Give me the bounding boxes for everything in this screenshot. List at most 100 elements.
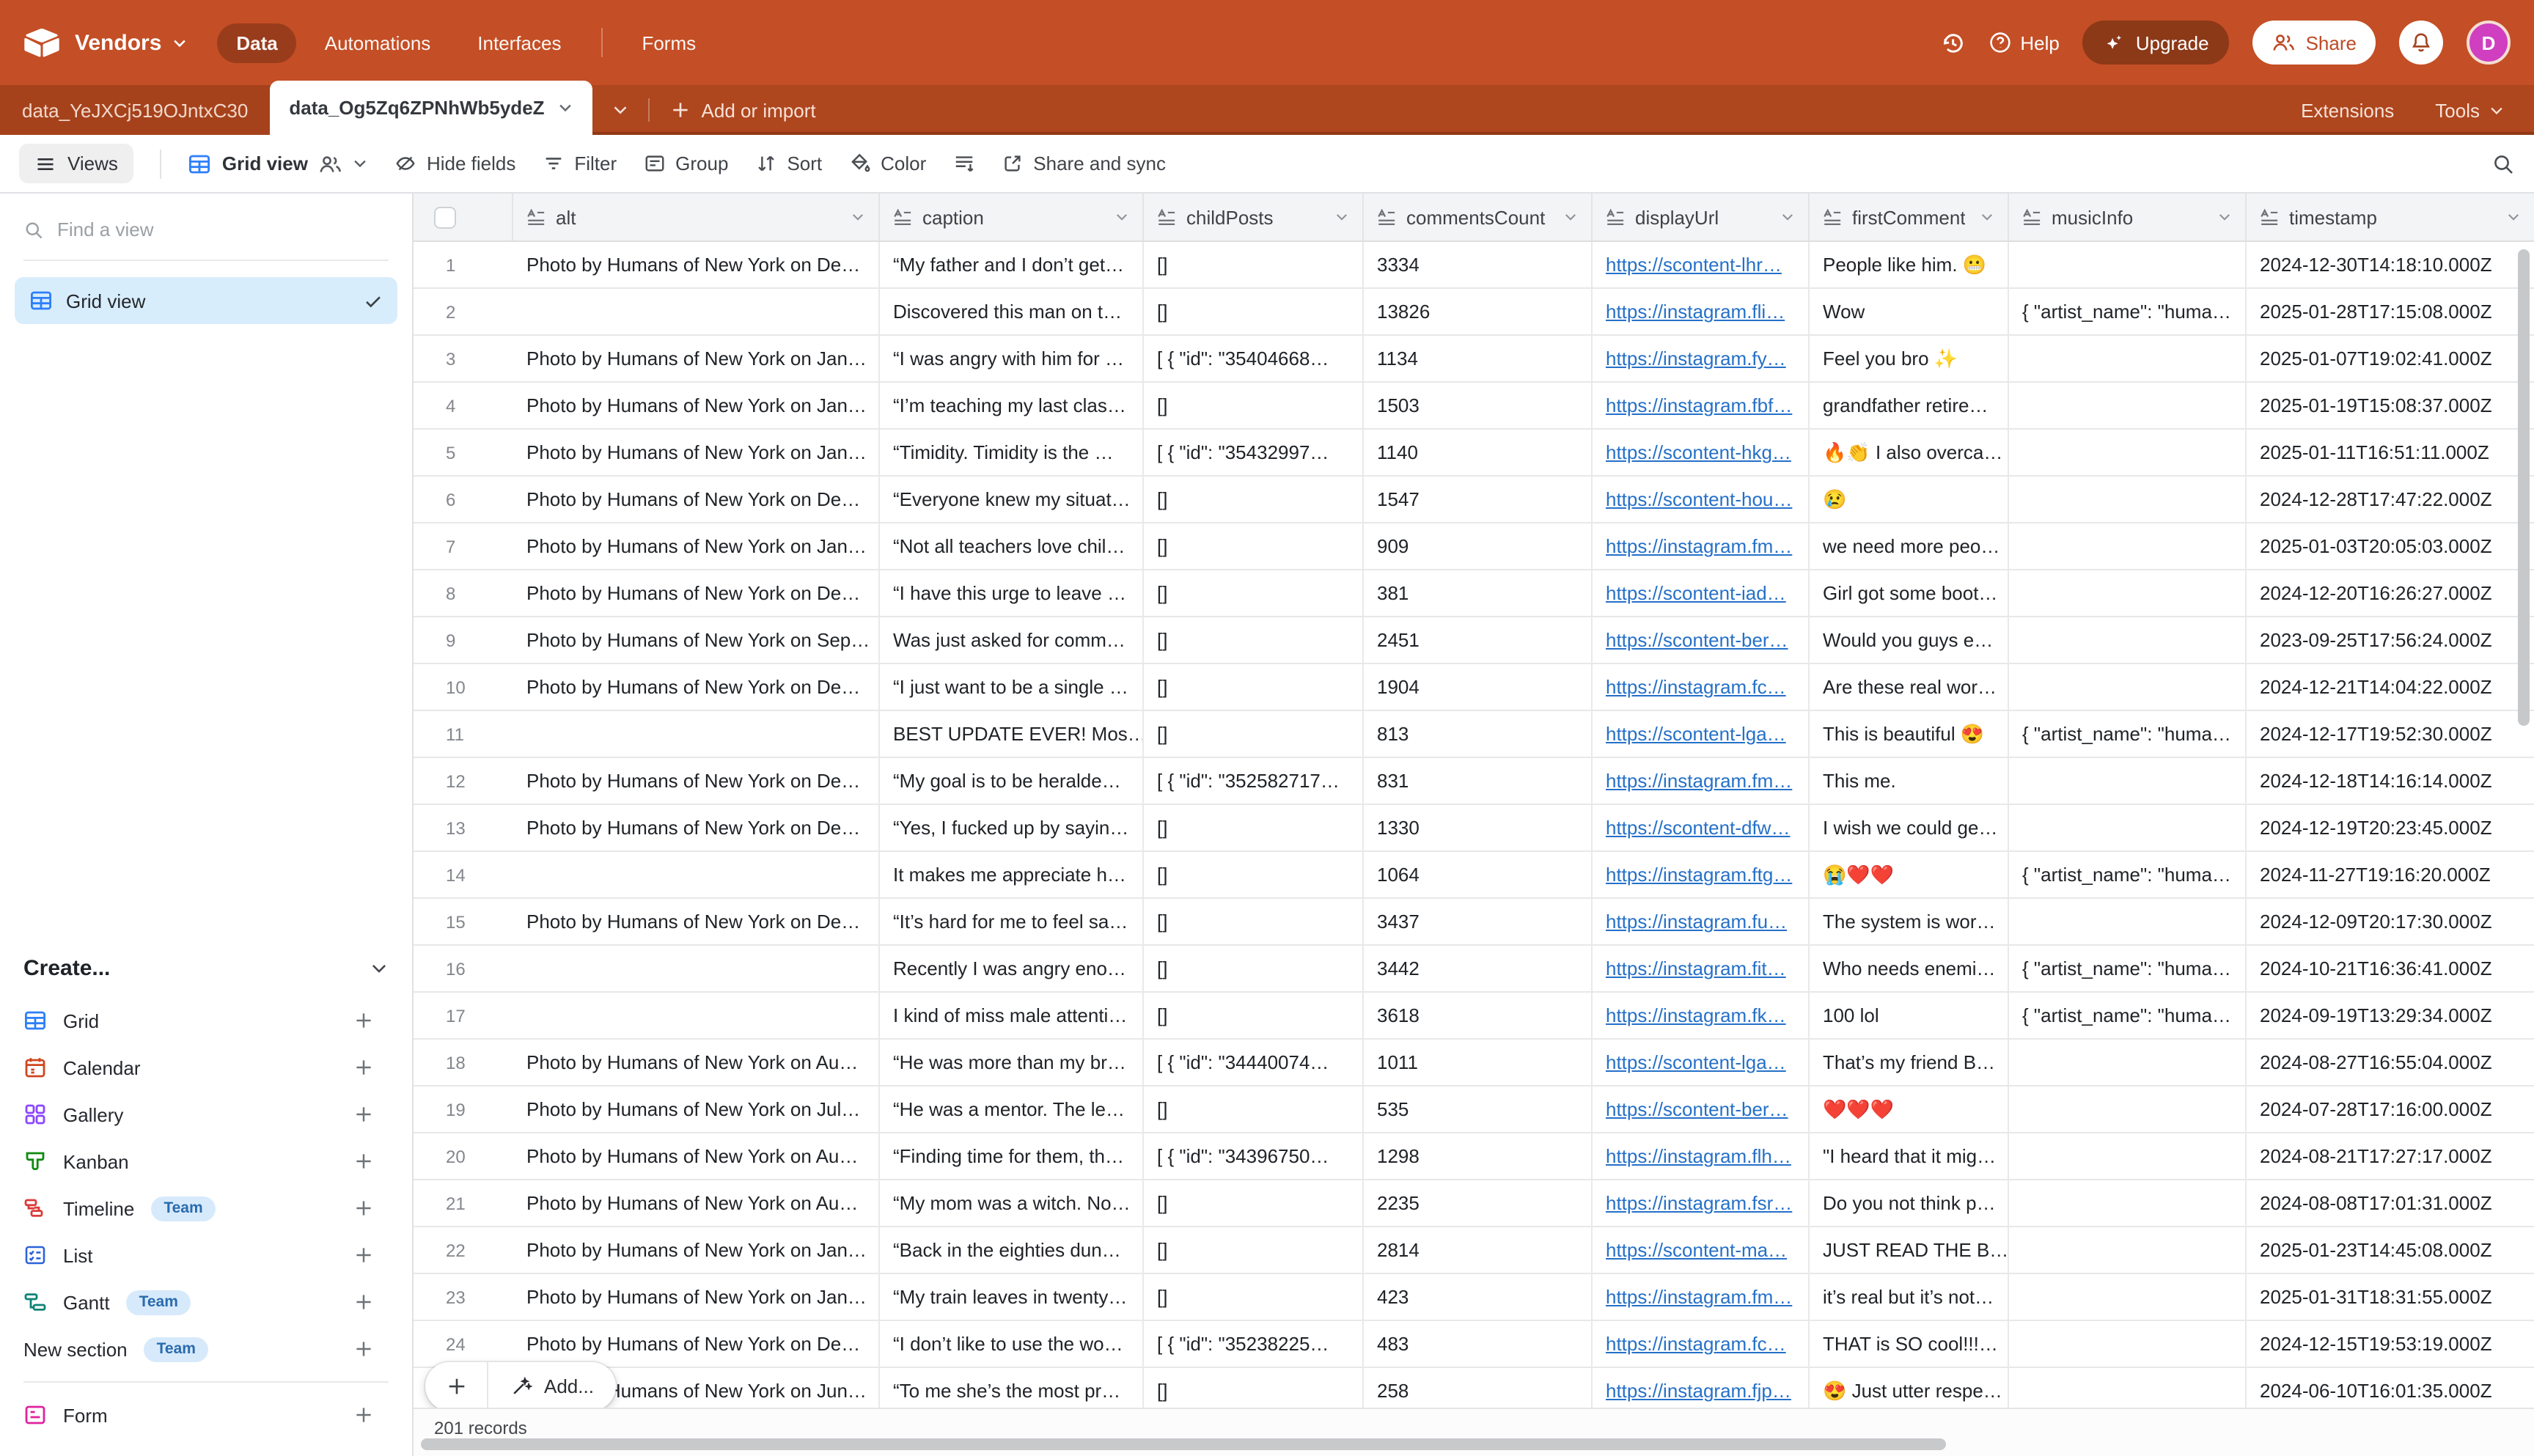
cell-alt[interactable]: [513, 852, 880, 897]
cell-childPosts[interactable]: []: [1144, 1227, 1364, 1273]
cell-childPosts[interactable]: []: [1144, 523, 1364, 569]
cell-musicInfo[interactable]: [2009, 477, 2247, 522]
cell-firstComment[interactable]: 🔥👏 I also overca…: [1810, 430, 2009, 475]
cell-musicInfo[interactable]: [2009, 430, 2247, 475]
table-row[interactable]: 4Photo by Humans of New York on Jan…“I’m…: [414, 383, 2534, 430]
cell-commentsCount[interactable]: 423: [1364, 1274, 1593, 1320]
cell-childPosts[interactable]: []: [1144, 477, 1364, 522]
cell-commentsCount[interactable]: 1330: [1364, 805, 1593, 850]
cell-displayUrl[interactable]: https://instagram.fy…: [1593, 336, 1810, 381]
table-row[interactable]: 13Photo by Humans of New York on De…“Yes…: [414, 805, 2534, 852]
cell-musicInfo[interactable]: { "artist_name": "huma…: [2009, 711, 2247, 757]
avatar[interactable]: D: [2467, 21, 2511, 65]
cell-childPosts[interactable]: []: [1144, 711, 1364, 757]
plus-icon[interactable]: [353, 1339, 374, 1359]
row-height-button[interactable]: [952, 152, 974, 174]
chevron-down-icon[interactable]: [851, 210, 865, 224]
cell-childPosts[interactable]: []: [1144, 242, 1364, 287]
add-record-button[interactable]: [425, 1362, 487, 1411]
table-row[interactable]: 11BEST UPDATE EVER! Mos…[]813https://sco…: [414, 711, 2534, 758]
cell-timestamp[interactable]: 2024-08-21T17:27:17.000Z: [2247, 1133, 2534, 1179]
cell-alt[interactable]: Photo by Humans of New York on Au…: [513, 1040, 880, 1085]
column-header-childPosts[interactable]: childPosts: [1144, 194, 1364, 240]
table-tab-active[interactable]: data_Og5Zq6ZPNhWb5ydeZ: [270, 81, 592, 135]
cell-childPosts[interactable]: []: [1144, 664, 1364, 710]
cell-commentsCount[interactable]: 13826: [1364, 289, 1593, 334]
cell-firstComment[interactable]: This me.: [1810, 758, 2009, 804]
cell-timestamp[interactable]: 2024-09-19T13:29:34.000Z: [2247, 993, 2534, 1038]
table-row[interactable]: 24Photo by Humans of New York on De…“I d…: [414, 1321, 2534, 1368]
table-row[interactable]: 7Photo by Humans of New York on Jan…“Not…: [414, 523, 2534, 570]
cell-timestamp[interactable]: 2023-09-25T17:56:24.000Z: [2247, 617, 2534, 663]
cell-commentsCount[interactable]: 1547: [1364, 477, 1593, 522]
cell-commentsCount[interactable]: 3618: [1364, 993, 1593, 1038]
cell-timestamp[interactable]: 2024-12-21T14:04:22.000Z: [2247, 664, 2534, 710]
cell-commentsCount[interactable]: 1503: [1364, 383, 1593, 428]
cell-caption[interactable]: “I’m teaching my last clas…: [880, 383, 1144, 428]
cell-commentsCount[interactable]: 1904: [1364, 664, 1593, 710]
table-row[interactable]: 3Photo by Humans of New York on Jan…“I w…: [414, 336, 2534, 383]
cell-childPosts[interactable]: []: [1144, 899, 1364, 944]
cell-childPosts[interactable]: []: [1144, 1180, 1364, 1226]
cell-displayUrl[interactable]: https://instagram.ftg…: [1593, 852, 1810, 897]
plus-icon[interactable]: [353, 1151, 374, 1172]
table-row[interactable]: 10Photo by Humans of New York on De…“I j…: [414, 664, 2534, 711]
cell-alt[interactable]: Photo by Humans of New York on De…: [513, 242, 880, 287]
create-item-grid[interactable]: Grid: [23, 997, 389, 1044]
cell-caption[interactable]: “It’s hard for me to feel sa…: [880, 899, 1144, 944]
cell-timestamp[interactable]: 2024-12-15T19:53:19.000Z: [2247, 1321, 2534, 1367]
cell-alt[interactable]: Photo by Humans of New York on De…: [513, 477, 880, 522]
cell-commentsCount[interactable]: 1134: [1364, 336, 1593, 381]
chevron-down-icon[interactable]: [1780, 210, 1795, 224]
cell-timestamp[interactable]: 2024-12-09T20:17:30.000Z: [2247, 899, 2534, 944]
cell-timestamp[interactable]: 2025-01-11T16:51:11.000Z: [2247, 430, 2534, 475]
table-row[interactable]: 12Photo by Humans of New York on De…“My …: [414, 758, 2534, 805]
cell-alt[interactable]: [513, 289, 880, 334]
cell-displayUrl[interactable]: https://scontent-ber…: [1593, 1087, 1810, 1132]
filter-button[interactable]: Filter: [542, 152, 617, 174]
cell-caption[interactable]: “My mom was a witch. No…: [880, 1180, 1144, 1226]
cell-caption[interactable]: BEST UPDATE EVER! Mos…: [880, 711, 1144, 757]
cell-firstComment[interactable]: ❤️❤️❤️: [1810, 1087, 2009, 1132]
plus-icon[interactable]: [353, 1104, 374, 1125]
cell-caption[interactable]: “My father and I don’t get…: [880, 242, 1144, 287]
cell-childPosts[interactable]: [ { "id": "35238225…: [1144, 1321, 1364, 1367]
cell-commentsCount[interactable]: 813: [1364, 711, 1593, 757]
cell-timestamp[interactable]: 2025-01-19T15:08:37.000Z: [2247, 383, 2534, 428]
cell-displayUrl[interactable]: https://scontent-lga…: [1593, 1040, 1810, 1085]
cell-firstComment[interactable]: 😍 Just utter respe…: [1810, 1368, 2009, 1408]
cell-displayUrl[interactable]: https://instagram.fm…: [1593, 523, 1810, 569]
cell-firstComment[interactable]: Girl got some boot…: [1810, 570, 2009, 616]
table-row[interactable]: 16Recently I was angry eno…[]3442https:/…: [414, 946, 2534, 993]
cell-musicInfo[interactable]: [2009, 570, 2247, 616]
cell-displayUrl[interactable]: https://instagram.flh…: [1593, 1133, 1810, 1179]
cell-displayUrl[interactable]: https://instagram.fli…: [1593, 289, 1810, 334]
cell-firstComment[interactable]: 😢: [1810, 477, 2009, 522]
table-row[interactable]: 18Photo by Humans of New York on Au…“He …: [414, 1040, 2534, 1087]
column-header-musicInfo[interactable]: musicInfo: [2009, 194, 2247, 240]
cell-timestamp[interactable]: 2025-01-31T18:31:55.000Z: [2247, 1274, 2534, 1320]
cell-commentsCount[interactable]: 1140: [1364, 430, 1593, 475]
cell-commentsCount[interactable]: 3437: [1364, 899, 1593, 944]
chevron-down-icon[interactable]: [1980, 210, 1994, 224]
cell-displayUrl[interactable]: https://instagram.fm…: [1593, 1274, 1810, 1320]
upgrade-button[interactable]: Upgrade: [2083, 21, 2230, 65]
create-item-gallery[interactable]: Gallery: [23, 1091, 389, 1138]
table-row[interactable]: 21Photo by Humans of New York on Au…“My …: [414, 1180, 2534, 1227]
cell-timestamp[interactable]: 2024-12-28T17:47:22.000Z: [2247, 477, 2534, 522]
create-header[interactable]: Create...: [23, 956, 389, 981]
cell-firstComment[interactable]: Do you not think p…: [1810, 1180, 2009, 1226]
plus-icon[interactable]: [353, 1010, 374, 1031]
cell-alt[interactable]: Photo by Humans of New York on De…: [513, 899, 880, 944]
help-button[interactable]: Help: [1988, 31, 2060, 54]
cell-caption[interactable]: “I just want to be a single …: [880, 664, 1144, 710]
cell-caption[interactable]: Was just asked for comm…: [880, 617, 1144, 663]
cell-musicInfo[interactable]: { "artist_name": "huma…: [2009, 289, 2247, 334]
plus-icon[interactable]: [353, 1292, 374, 1312]
color-button[interactable]: Color: [848, 152, 926, 174]
nav-tab-automations[interactable]: Automations: [306, 23, 450, 62]
cell-timestamp[interactable]: 2024-12-19T20:23:45.000Z: [2247, 805, 2534, 850]
cell-displayUrl[interactable]: https://instagram.fsr…: [1593, 1180, 1810, 1226]
cell-musicInfo[interactable]: [2009, 383, 2247, 428]
share-button[interactable]: Share: [2253, 21, 2376, 65]
